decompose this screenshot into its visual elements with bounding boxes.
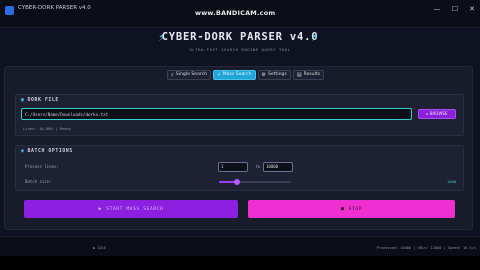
results-icon: ▤ [296, 72, 302, 78]
file-path-input[interactable] [21, 108, 412, 120]
to-line-input[interactable]: 10000 [263, 162, 293, 172]
tab-results[interactable]: ▤ Results [292, 70, 325, 80]
video-letterbox [0, 256, 480, 270]
file-status-text: Lines: 10,000 | Ready [23, 126, 72, 131]
dork-file-section: ▣DORK FILE ▸ BROWSE Lines: 10,000 | Read… [15, 94, 464, 136]
minimize-button[interactable]: — [430, 4, 444, 15]
browse-button[interactable]: ▸ BROWSE [418, 109, 456, 119]
tab-label: Results [303, 72, 321, 77]
stop-icon: ■ [340, 206, 345, 212]
search-icon: ⌕ [171, 72, 174, 78]
start-mass-search-button[interactable]: ▶ START MASS SEARCH [24, 200, 238, 218]
from-line-input[interactable]: 1 [218, 162, 248, 172]
maximize-button[interactable]: ☐ [448, 4, 462, 15]
section-title: ◉ BATCH OPTIONS [21, 149, 73, 154]
lightning-icon: ⚡ [217, 72, 221, 78]
slider-thumb[interactable] [234, 179, 240, 185]
recorder-watermark: www.BANDICAM.com [195, 9, 276, 17]
app-header: ⚡ CYBER-DORK PARSER v4.0 ⚡ ULTRA-FAST SE… [0, 28, 480, 62]
play-icon: ▶ [98, 206, 103, 212]
gear-icon: ⚙ [261, 72, 266, 78]
tab-single-search[interactable]: ⌕ Single Search [167, 70, 212, 80]
title-bar: CYBER-DORK PARSER v4.0 www.BANDICAM.com … [0, 0, 480, 28]
tab-settings[interactable]: ⚙ Settings [257, 70, 291, 80]
close-button[interactable]: ✕ [465, 4, 479, 15]
stop-button[interactable]: ■ STOP [248, 200, 455, 218]
tab-label: Settings [268, 72, 287, 77]
app-icon [5, 6, 14, 15]
status-bar: ▶ IDLE Processed: 10000 | URLs: 12800 | … [0, 236, 480, 256]
lightning-icon: ⚡ [311, 31, 319, 44]
batch-size-slider[interactable] [219, 179, 291, 185]
app-window: CYBER-DORK PARSER v4.0 www.BANDICAM.com … [0, 0, 480, 270]
status-text: ▶ IDLE [93, 246, 106, 250]
stats-text: Processed: 10000 | URLs: 12800 | Speed: … [376, 246, 476, 250]
batch-size-label: Batch size: [25, 179, 52, 184]
tab-label: Single Search [175, 72, 208, 77]
tab-mass-search[interactable]: ⚡ Mass Search [213, 70, 256, 80]
batch-size-value: 1000 [447, 179, 457, 184]
tab-label: Mass Search [222, 72, 252, 77]
page-subtitle: ULTRA-FAST SEARCH ENGINE QUERY TOOL [189, 47, 291, 52]
tab-bar: ⌕ Single Search ⚡ Mass Search ⚙ Settings… [167, 70, 325, 81]
to-label: to [256, 164, 261, 169]
page-title: CYBER-DORK PARSER v4.0 [161, 31, 319, 43]
settings-icon: ◉ [21, 149, 25, 154]
window-title: CYBER-DORK PARSER v4.0 [18, 5, 91, 11]
folder-icon: ▣ [21, 98, 25, 103]
batch-options-section: ◉ BATCH OPTIONS Process lines: 1 to 10000… [15, 145, 464, 191]
section-title: ▣ DORK FILE [21, 98, 59, 103]
process-lines-label: Process lines: [25, 164, 59, 169]
